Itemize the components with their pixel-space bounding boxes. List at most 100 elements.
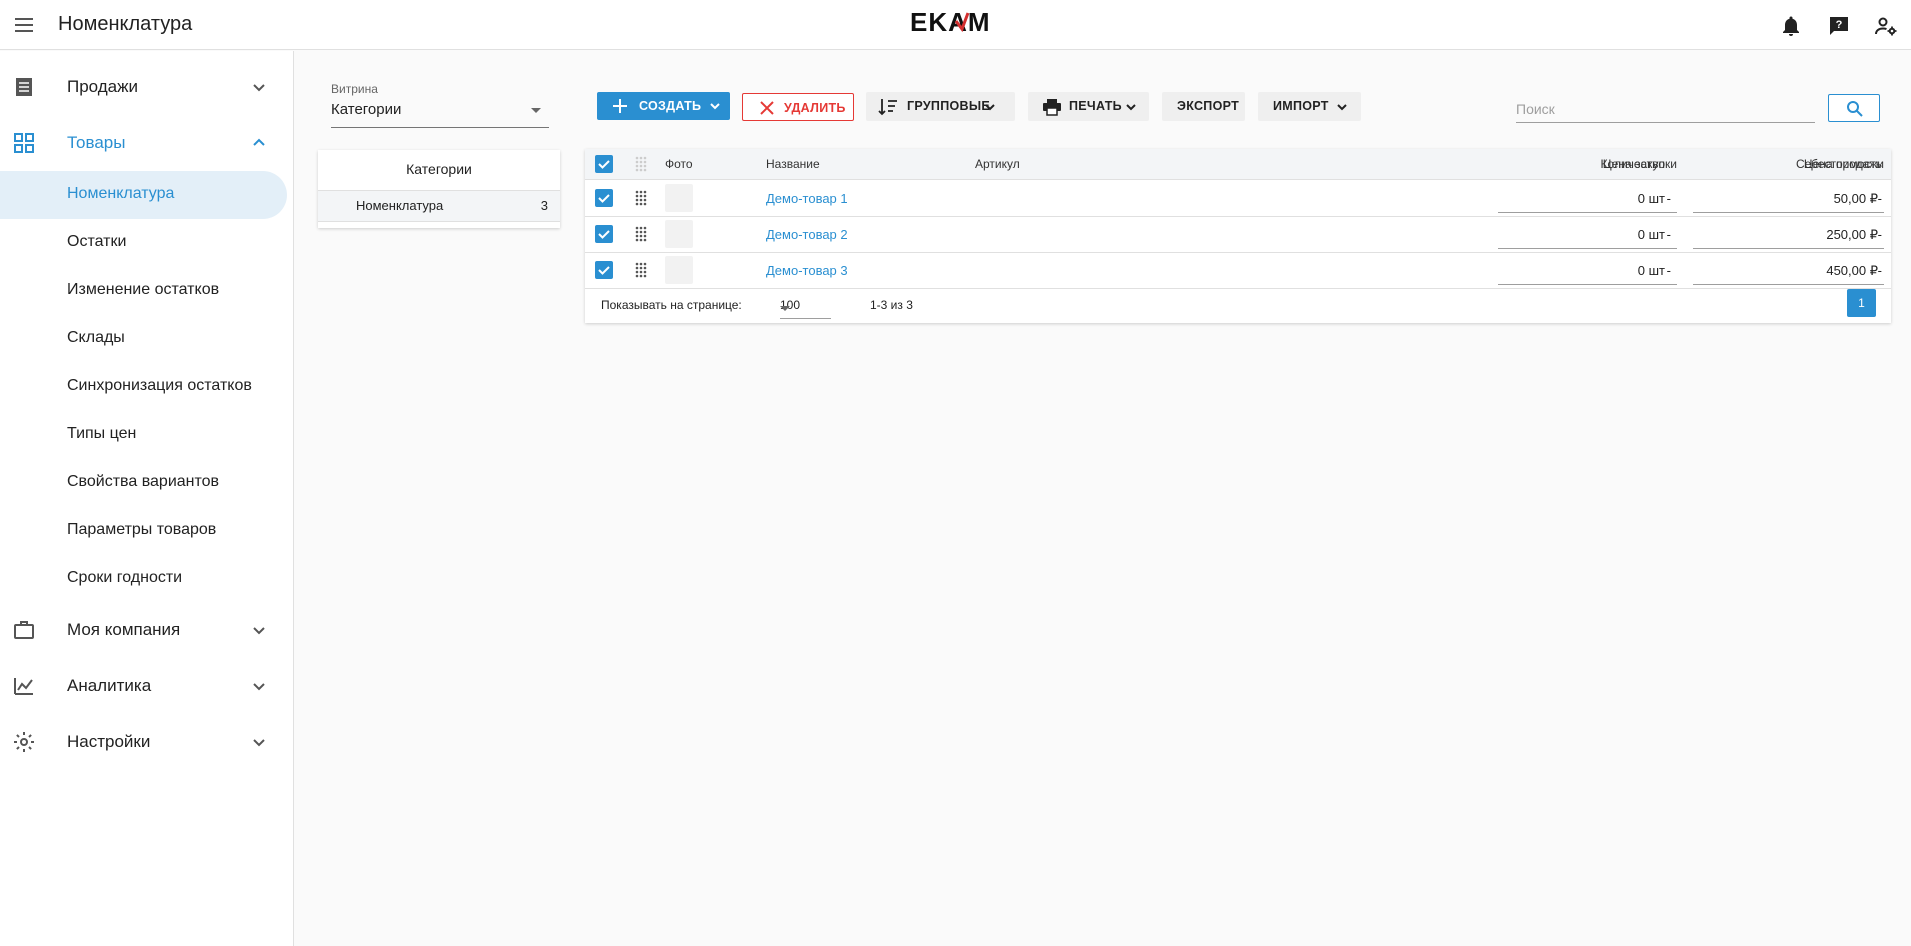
sidebar-item-label: Остатки bbox=[67, 233, 127, 250]
app-header: Номенклатура EKAM ? bbox=[0, 0, 1911, 50]
import-button[interactable]: ИМПОРТ bbox=[1258, 92, 1361, 121]
chevron-down-icon bbox=[249, 732, 269, 752]
product-name-link[interactable]: Демо-товар 2 bbox=[766, 227, 848, 242]
sort-icon bbox=[878, 99, 897, 116]
sidebar-group-label: Аналитика bbox=[67, 676, 152, 695]
search-input[interactable] bbox=[1516, 95, 1815, 123]
sidebar: Продажи Товары Номенклатура Остатки Изме… bbox=[0, 51, 294, 946]
sidebar-group-sales[interactable]: Продажи bbox=[0, 65, 294, 109]
sidebar-item-expiry[interactable]: Сроки годности bbox=[0, 555, 287, 603]
dropdown-arrow-icon bbox=[780, 306, 790, 311]
drag-handle-icon[interactable] bbox=[635, 262, 647, 278]
category-row[interactable]: Номенклатура 3 bbox=[318, 191, 560, 222]
group-actions-button[interactable]: ГРУППОВЫЕ bbox=[866, 92, 1015, 121]
search-icon bbox=[1847, 101, 1863, 117]
receipt-icon bbox=[12, 75, 36, 99]
sidebar-item-label: Изменение остатков bbox=[67, 281, 220, 298]
chevron-down-icon bbox=[249, 620, 269, 640]
sidebar-item-product-params[interactable]: Параметры товаров bbox=[0, 507, 287, 555]
sidebar-item-label: Типы цен bbox=[67, 425, 137, 442]
column-header-purchase[interactable]: Цена закупки bbox=[1477, 157, 1677, 171]
ekam-logo: EKAM bbox=[910, 9, 1014, 35]
pagination-range: 1-3 из 3 bbox=[870, 298, 913, 312]
print-button[interactable]: ПЕЧАТЬ bbox=[1028, 92, 1149, 121]
drag-handle-icon bbox=[635, 156, 647, 172]
showcase-label: Витрина bbox=[331, 82, 378, 96]
purchase-price-value: - bbox=[1666, 191, 1671, 206]
purchase-price-value: - bbox=[1666, 263, 1671, 278]
column-header-name[interactable]: Название bbox=[766, 157, 820, 171]
product-photo-placeholder bbox=[665, 220, 693, 248]
per-page-select[interactable]: 100 bbox=[780, 294, 831, 319]
check-icon bbox=[598, 194, 610, 203]
chevron-down-icon bbox=[249, 676, 269, 696]
create-button[interactable]: СОЗДАТЬ bbox=[597, 92, 730, 120]
sidebar-group-goods[interactable]: Товары bbox=[0, 121, 294, 165]
product-photo-placeholder bbox=[665, 184, 693, 212]
sidebar-item-label: Синхронизация остатков bbox=[67, 377, 252, 394]
sidebar-item-nomenclature[interactable]: Номенклатура bbox=[0, 171, 287, 219]
row-checkbox[interactable] bbox=[595, 189, 613, 207]
table-footer: Показывать на странице: 100 1-3 из 3 bbox=[585, 288, 1891, 323]
grid-icon bbox=[12, 131, 36, 155]
sale-price-field[interactable]: 50,00 ₽ bbox=[1693, 181, 1884, 213]
drag-handle-icon[interactable] bbox=[635, 190, 647, 206]
sale-price-value: 250,00 ₽ bbox=[1826, 227, 1878, 242]
column-header-sale[interactable]: Цена продажи bbox=[1684, 157, 1884, 171]
sale-price-field[interactable]: 450,00 ₽ bbox=[1693, 253, 1884, 285]
sidebar-item-stock[interactable]: Остатки bbox=[0, 219, 287, 267]
sidebar-item-variant-properties[interactable]: Свойства вариантов bbox=[0, 459, 287, 507]
purchase-price-field[interactable]: - bbox=[1498, 217, 1677, 249]
export-button[interactable]: ЭКСПОРТ bbox=[1162, 92, 1245, 121]
sidebar-group-settings[interactable]: Настройки bbox=[0, 720, 294, 764]
row-checkbox[interactable] bbox=[595, 225, 613, 243]
sale-price-value: 450,00 ₽ bbox=[1826, 263, 1878, 278]
printer-icon bbox=[1043, 99, 1061, 116]
chevron-down-icon bbox=[1126, 104, 1136, 111]
select-all-checkbox[interactable] bbox=[595, 155, 613, 173]
product-name-link[interactable]: Демо-товар 1 bbox=[766, 191, 848, 206]
sidebar-group-company[interactable]: Моя компания bbox=[0, 608, 294, 652]
sidebar-item-stock-change[interactable]: Изменение остатков bbox=[0, 267, 287, 315]
column-header-photo: Фото bbox=[665, 157, 693, 171]
category-name: Номенклатура bbox=[356, 198, 444, 213]
search-button[interactable] bbox=[1828, 94, 1880, 122]
sidebar-item-label: Склады bbox=[67, 329, 125, 346]
pagination-page-button[interactable]: 1 bbox=[1847, 289, 1876, 317]
sidebar-item-warehouses[interactable]: Склады bbox=[0, 315, 287, 363]
check-icon bbox=[598, 230, 610, 239]
delete-button[interactable]: УДАЛИТЬ bbox=[742, 93, 854, 121]
logo-text: EKAM bbox=[910, 9, 991, 35]
product-name-link[interactable]: Демо-товар 3 bbox=[766, 263, 848, 278]
print-button-label: ПЕЧАТЬ bbox=[1069, 99, 1122, 113]
check-icon bbox=[598, 160, 610, 169]
sale-price-field[interactable]: 250,00 ₽ bbox=[1693, 217, 1884, 249]
per-page-label: Показывать на странице: bbox=[601, 298, 742, 312]
purchase-price-field[interactable]: - bbox=[1498, 181, 1677, 213]
svg-text:?: ? bbox=[1836, 19, 1843, 31]
bell-icon[interactable] bbox=[1779, 14, 1803, 38]
category-panel-header: Категории bbox=[318, 150, 560, 191]
product-photo-placeholder bbox=[665, 256, 693, 284]
sidebar-item-label: Сроки годности bbox=[67, 569, 183, 586]
column-header-sku[interactable]: Артикул bbox=[975, 157, 1020, 171]
analytics-icon bbox=[12, 674, 36, 698]
chevron-down-icon bbox=[1337, 104, 1347, 111]
import-button-label: ИМПОРТ bbox=[1273, 99, 1329, 113]
purchase-price-field[interactable]: - bbox=[1498, 253, 1677, 285]
dropdown-arrow-icon bbox=[531, 108, 541, 113]
drag-handle-icon[interactable] bbox=[635, 226, 647, 242]
purchase-price-value: - bbox=[1666, 227, 1671, 242]
sidebar-group-analytics[interactable]: Аналитика bbox=[0, 664, 294, 708]
row-checkbox[interactable] bbox=[595, 261, 613, 279]
plus-icon bbox=[613, 99, 627, 113]
showcase-select[interactable]: Витрина Категории bbox=[331, 82, 549, 128]
sidebar-item-price-types[interactable]: Типы цен bbox=[0, 411, 287, 459]
user-settings-icon[interactable] bbox=[1874, 14, 1898, 38]
menu-icon[interactable] bbox=[13, 14, 35, 36]
help-chat-icon[interactable]: ? bbox=[1827, 14, 1851, 38]
sidebar-group-label: Моя компания bbox=[67, 620, 181, 639]
sidebar-item-label: Номенклатура bbox=[67, 185, 175, 202]
briefcase-icon bbox=[12, 618, 36, 642]
sidebar-item-stock-sync[interactable]: Синхронизация остатков bbox=[0, 363, 287, 411]
